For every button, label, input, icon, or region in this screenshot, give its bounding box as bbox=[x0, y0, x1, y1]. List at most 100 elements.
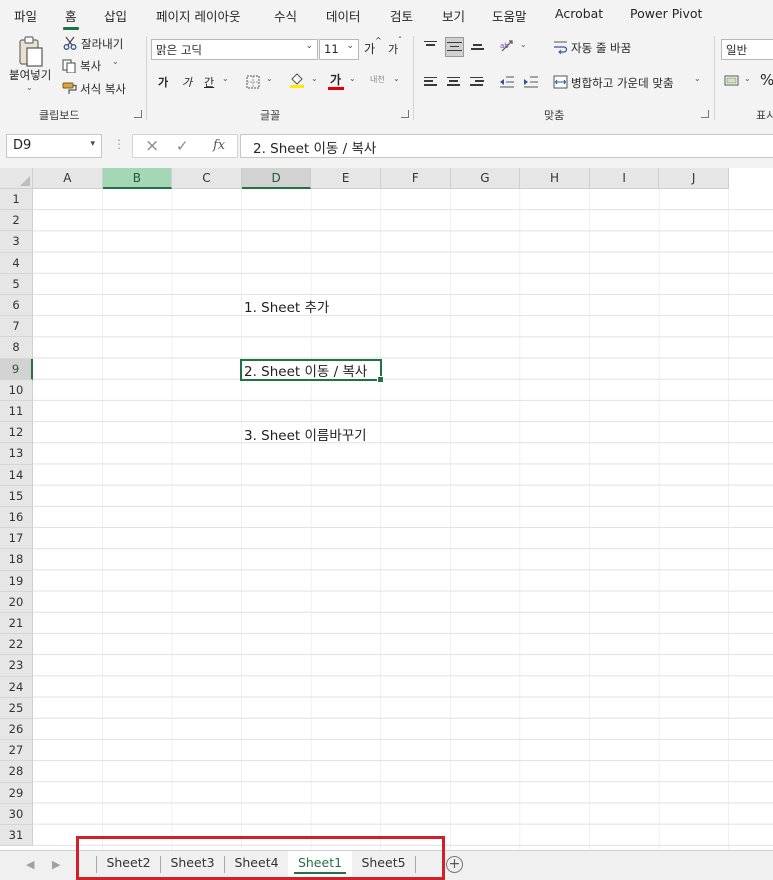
fill-color-icon[interactable] bbox=[289, 71, 305, 89]
align-middle-icon[interactable] bbox=[445, 37, 464, 57]
column-header-d[interactable]: D bbox=[241, 168, 312, 189]
insert-function-button[interactable]: fx bbox=[213, 138, 225, 153]
menu-power-pivot[interactable]: Power Pivot bbox=[630, 6, 702, 21]
menu-file[interactable]: 파일 bbox=[14, 6, 37, 25]
row-header-9[interactable]: 9 bbox=[0, 358, 33, 380]
column-header-h[interactable]: H bbox=[520, 168, 590, 189]
sheet-tab-sheet3[interactable]: Sheet3 bbox=[161, 851, 224, 877]
column-header-i[interactable]: I bbox=[589, 168, 660, 189]
row-header-30[interactable]: 30 bbox=[0, 803, 33, 825]
increase-indent-icon[interactable] bbox=[523, 74, 539, 92]
wrap-text-icon[interactable] bbox=[553, 39, 568, 55]
copy-icon[interactable] bbox=[62, 58, 76, 74]
row-header-24[interactable]: 24 bbox=[0, 676, 33, 698]
phonetic-guide-button[interactable]: 내천 bbox=[370, 74, 385, 85]
wrap-text-button[interactable]: 자동 줄 바꿈 bbox=[571, 40, 631, 56]
align-right-icon[interactable] bbox=[469, 74, 484, 92]
menu-page-layout[interactable]: 페이지 레이아웃 bbox=[156, 6, 240, 25]
accounting-dropdown-icon[interactable]: ⌄ bbox=[744, 74, 751, 83]
cut-button[interactable]: 잘라내기 bbox=[81, 36, 123, 52]
column-header-a[interactable]: A bbox=[33, 168, 103, 189]
borders-dropdown-icon[interactable]: ⌄ bbox=[266, 74, 273, 83]
font-size-combo[interactable]: 11 ⌄ bbox=[319, 39, 359, 60]
copy-dropdown-icon[interactable]: ⌄ bbox=[112, 57, 119, 66]
align-left-icon[interactable] bbox=[423, 74, 438, 92]
font-color-dropdown-icon[interactable]: ⌄ bbox=[349, 74, 356, 83]
column-header-e[interactable]: E bbox=[311, 168, 381, 189]
column-header-b[interactable]: B bbox=[102, 168, 173, 189]
menu-data[interactable]: 데이터 bbox=[326, 6, 361, 25]
row-header-18[interactable]: 18 bbox=[0, 549, 33, 571]
row-header-12[interactable]: 12 bbox=[0, 422, 33, 444]
decrease-indent-icon[interactable] bbox=[499, 74, 515, 92]
cell-d6[interactable]: 1. Sheet 추가 bbox=[244, 296, 329, 316]
align-top-icon[interactable] bbox=[423, 38, 438, 56]
row-header-5[interactable]: 5 bbox=[0, 273, 33, 295]
row-header-7[interactable]: 7 bbox=[0, 316, 33, 338]
row-header-29[interactable]: 29 bbox=[0, 782, 33, 804]
paste-dropdown-icon[interactable]: ⌄ bbox=[26, 83, 33, 92]
increase-font-size-button[interactable]: 가 bbox=[364, 40, 375, 57]
row-header-20[interactable]: 20 bbox=[0, 591, 33, 613]
row-header-10[interactable]: 10 bbox=[0, 379, 33, 401]
scissors-icon[interactable] bbox=[63, 35, 77, 50]
number-format-combo[interactable]: 일반 bbox=[721, 39, 773, 60]
row-header-3[interactable]: 3 bbox=[0, 231, 33, 253]
cell-d12[interactable]: 3. Sheet 이름바꾸기 bbox=[244, 424, 367, 444]
underline-dropdown-icon[interactable]: ⌄ bbox=[222, 74, 229, 83]
borders-icon[interactable] bbox=[246, 74, 260, 89]
merge-dropdown-icon[interactable]: ⌄ bbox=[694, 74, 701, 83]
row-header-13[interactable]: 13 bbox=[0, 443, 33, 465]
row-header-26[interactable]: 26 bbox=[0, 719, 33, 741]
row-header-22[interactable]: 22 bbox=[0, 634, 33, 656]
row-header-28[interactable]: 28 bbox=[0, 761, 33, 783]
menu-insert[interactable]: 삽입 bbox=[104, 6, 127, 25]
row-header-11[interactable]: 11 bbox=[0, 401, 33, 423]
align-center-icon[interactable] bbox=[446, 74, 461, 92]
row-header-1[interactable]: 1 bbox=[0, 189, 33, 211]
format-painter-icon[interactable] bbox=[62, 80, 78, 94]
sheet-tab-sheet1[interactable]: Sheet1 bbox=[288, 851, 352, 877]
active-cell-d9[interactable] bbox=[240, 359, 384, 383]
formula-input[interactable]: 2. Sheet 이동 / 복사 bbox=[240, 134, 773, 158]
select-all-corner[interactable] bbox=[0, 168, 33, 189]
clipboard-launcher-icon[interactable] bbox=[134, 110, 142, 118]
orientation-dropdown-icon[interactable]: ⌄ bbox=[520, 40, 527, 49]
menu-formulas[interactable]: 수식 bbox=[274, 6, 297, 25]
row-header-16[interactable]: 16 bbox=[0, 507, 33, 529]
row-header-8[interactable]: 8 bbox=[0, 337, 33, 359]
add-sheet-icon[interactable]: + bbox=[446, 856, 463, 873]
enter-check-icon[interactable]: ✓ bbox=[176, 137, 189, 155]
row-header-14[interactable]: 14 bbox=[0, 464, 33, 486]
menu-review[interactable]: 검토 bbox=[390, 6, 413, 25]
font-name-combo[interactable]: 맑은 고딕 ⌄ bbox=[151, 39, 318, 60]
font-color-button[interactable]: 가 bbox=[330, 71, 341, 88]
fill-color-dropdown-icon[interactable]: ⌄ bbox=[311, 74, 318, 83]
menu-acrobat[interactable]: Acrobat bbox=[555, 6, 603, 21]
sheet-tab-sheet2[interactable]: Sheet2 bbox=[97, 851, 160, 877]
row-header-25[interactable]: 25 bbox=[0, 697, 33, 719]
row-header-17[interactable]: 17 bbox=[0, 528, 33, 550]
merge-center-icon[interactable] bbox=[553, 74, 568, 89]
menu-view[interactable]: 보기 bbox=[442, 6, 465, 25]
row-header-4[interactable]: 4 bbox=[0, 252, 33, 274]
merge-center-button[interactable]: 병합하고 가운데 맞춤 bbox=[571, 75, 674, 91]
paste-icon[interactable] bbox=[14, 35, 46, 69]
alignment-launcher-icon[interactable] bbox=[701, 110, 709, 118]
menu-help[interactable]: 도움말 bbox=[492, 6, 527, 25]
copy-button[interactable]: 복사 bbox=[80, 58, 101, 74]
row-header-2[interactable]: 2 bbox=[0, 210, 33, 232]
row-header-23[interactable]: 23 bbox=[0, 655, 33, 677]
sheet-tab-sheet4[interactable]: Sheet4 bbox=[225, 851, 288, 877]
next-sheet-icon[interactable]: ▶ bbox=[52, 858, 60, 871]
row-header-6[interactable]: 6 bbox=[0, 295, 33, 317]
bold-button[interactable]: 가 bbox=[158, 74, 168, 90]
format-painter-button[interactable]: 서식 복사 bbox=[80, 81, 126, 97]
cancel-icon[interactable]: × bbox=[145, 136, 159, 156]
font-launcher-icon[interactable] bbox=[401, 110, 409, 118]
row-header-31[interactable]: 31 bbox=[0, 825, 33, 847]
row-header-27[interactable]: 27 bbox=[0, 740, 33, 762]
more-options-icon[interactable]: ⋮ bbox=[113, 137, 125, 151]
column-header-f[interactable]: F bbox=[381, 168, 451, 189]
menu-home[interactable]: 홈 bbox=[63, 6, 78, 30]
